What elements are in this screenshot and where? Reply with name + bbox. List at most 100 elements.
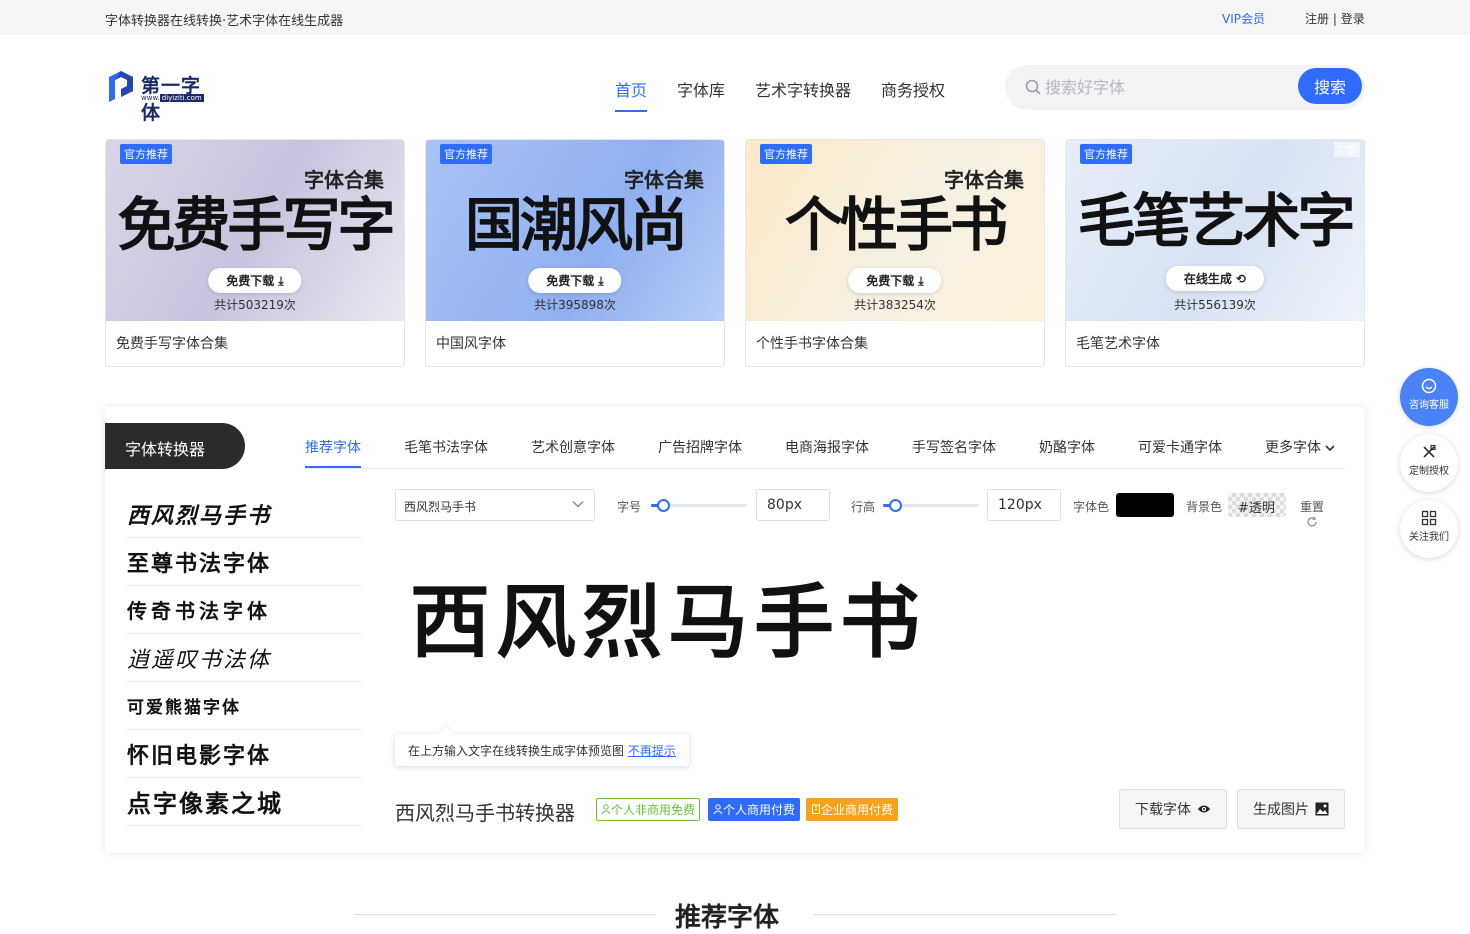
logo[interactable]: 第一字体 www. diyiziti.com — [105, 69, 217, 124]
tab-cartoon[interactable]: 可爱卡通字体 — [1138, 437, 1222, 468]
register-link[interactable]: 注册 — [1305, 12, 1329, 26]
ad-badge: 广告 — [1333, 142, 1360, 157]
search-button[interactable]: 搜索 — [1298, 68, 1362, 104]
reset-label: 重置 — [1300, 500, 1325, 514]
color-label: 字体色 — [1073, 500, 1110, 514]
card-banner: 官方推荐 字体合集 个性手书 免费下载 ⤓ 共计383254次 — [746, 140, 1044, 321]
tip-text: 在上方输入文字在线转换生成字体预览图 — [408, 744, 625, 758]
bg-color-picker[interactable]: #透明 — [1228, 493, 1286, 517]
tab-signature[interactable]: 手写签名字体 — [912, 437, 996, 468]
official-tag: 官方推荐 — [120, 144, 172, 164]
card-action-button[interactable]: 免费下载 ⤓ — [208, 268, 302, 293]
tab-brush[interactable]: 毛笔书法字体 — [404, 437, 488, 468]
card-count: 共计395898次 — [534, 298, 616, 312]
font-list-item[interactable]: 西风烈马手书 — [125, 490, 363, 538]
generate-label: 生成图片 — [1253, 802, 1309, 818]
site-title: 字体转换器在线转换·艺术字体在线生成器 — [105, 14, 344, 29]
dismiss-tip-link[interactable]: 不再提示 — [628, 744, 676, 758]
license-label: 个人非商用免费 — [611, 803, 696, 817]
feature-card[interactable]: 官方推荐 字体合集 免费手写字 免费下载 ⤓ 共计503219次 免费手写字体合… — [105, 139, 405, 367]
tab-creative[interactable]: 艺术创意字体 — [531, 437, 615, 468]
user-icon — [601, 804, 611, 815]
usage-tip: 在上方输入文字在线转换生成字体预览图 不再提示 — [395, 734, 689, 766]
logo-url-prefix: www. — [141, 94, 160, 102]
feature-card[interactable]: 官方推荐 广告 毛笔艺术字 在线生成 ⟲ 共计556139次 毛笔艺术字体 — [1065, 139, 1365, 367]
search-input[interactable] — [1045, 75, 1285, 99]
font-list-item[interactable]: 可爱熊猫字体 — [125, 682, 363, 730]
card-banner: 官方推荐 字体合集 国潮风尚 免费下载 ⤓ 共计395898次 — [426, 140, 724, 321]
chat-icon — [1421, 378, 1437, 394]
header: 第一字体 www. diyiziti.com 首页 字体库 艺术字转换器 商务授权… — [0, 35, 1470, 139]
official-tag: 官方推荐 — [440, 144, 492, 164]
divider — [814, 914, 1116, 915]
font-preview: 西风烈马手书 — [410, 575, 926, 669]
font-list-item[interactable]: 至尊书法字体 — [125, 538, 363, 586]
font-color-picker[interactable] — [1116, 493, 1174, 517]
font-list-item[interactable]: 点字像素之城 — [125, 778, 363, 826]
card-title[interactable]: 个性手书字体合集 — [756, 333, 868, 353]
font-list-item[interactable]: … — [125, 826, 363, 839]
auth-links: 注册 | 登录 — [1305, 10, 1365, 27]
card-title[interactable]: 中国风字体 — [436, 333, 506, 353]
size-slider-handle[interactable] — [656, 499, 670, 512]
official-tag: 官方推荐 — [1080, 144, 1132, 164]
lineheight-input[interactable]: 120px — [987, 489, 1061, 521]
customer-service-button[interactable]: 咨询客服 — [1400, 368, 1458, 426]
font-list-item[interactable]: 怀旧电影字体 — [125, 730, 363, 778]
download-font-button[interactable]: 下载字体 — [1119, 789, 1227, 829]
search-bar: 搜索 — [1005, 65, 1365, 110]
feature-cards: 官方推荐 字体合集 免费手写字 免费下载 ⤓ 共计503219次 免费手写字体合… — [105, 139, 1365, 367]
login-link[interactable]: 登录 — [1341, 12, 1365, 26]
nav-art-converter[interactable]: 艺术字转换器 — [755, 77, 851, 112]
font-select-value: 西风烈马手书 — [404, 500, 477, 514]
font-list: 西风烈马手书 至尊书法字体 传奇书法字体 逍遥叹书法体 可爱熊猫字体 怀旧电影字… — [125, 490, 363, 838]
font-controls: 西风烈马手书 字号 80px 行高 120px 字体色 背景色 #透明 重置 — [395, 489, 1345, 527]
card-count: 共计503219次 — [214, 298, 296, 312]
tab-more[interactable]: 更多字体 — [1265, 437, 1336, 468]
side-label: 关注我们 — [1409, 532, 1449, 543]
font-select[interactable]: 西风烈马手书 — [395, 489, 595, 521]
tab-cheese[interactable]: 奶酪字体 — [1039, 437, 1095, 468]
nav-business-license[interactable]: 商务授权 — [881, 77, 945, 112]
card-action-button[interactable]: 免费下载 ⤓ — [848, 268, 942, 293]
official-tag: 官方推荐 — [760, 144, 812, 164]
card-count: 共计383254次 — [854, 298, 936, 312]
follow-us-button[interactable]: 关注我们 — [1400, 500, 1458, 558]
reset-button[interactable]: 重置 — [1300, 498, 1345, 529]
nav-font-library[interactable]: 字体库 — [677, 77, 725, 112]
lineheight-slider[interactable] — [883, 499, 979, 512]
tab-signboard[interactable]: 广告招牌字体 — [658, 437, 742, 468]
license-label: 个人商用付费 — [723, 803, 796, 817]
nav-home[interactable]: 首页 — [615, 77, 648, 112]
divider — [354, 914, 656, 915]
license-badge-enterprise: 企业商用付费 — [806, 798, 899, 821]
size-slider[interactable] — [651, 499, 747, 512]
tab-recommended[interactable]: 推荐字体 — [305, 437, 361, 468]
card-action-button[interactable]: 在线生成 ⟲ — [1165, 266, 1265, 291]
font-list-item[interactable]: 逍遥叹书法体 — [125, 634, 363, 682]
card-title[interactable]: 毛笔艺术字体 — [1076, 333, 1160, 353]
side-label: 定制授权 — [1409, 466, 1449, 477]
generate-image-button[interactable]: 生成图片 — [1237, 789, 1345, 829]
section-title: 推荐字体 — [675, 903, 780, 933]
user-icon — [713, 804, 723, 815]
tab-ecommerce[interactable]: 电商海报字体 — [785, 437, 869, 468]
feature-card[interactable]: 官方推荐 字体合集 国潮风尚 免费下载 ⤓ 共计395898次 中国风字体 — [425, 139, 725, 367]
custom-license-button[interactable]: 定制授权 — [1400, 434, 1458, 492]
card-headline: 个性手书 — [784, 191, 1008, 259]
image-icon — [1315, 802, 1329, 816]
bg-label: 背景色 — [1186, 500, 1223, 514]
font-list-item[interactable]: 传奇书法字体 — [125, 586, 363, 634]
card-banner: 官方推荐 广告 毛笔艺术字 在线生成 ⟲ 共计556139次 — [1066, 140, 1364, 321]
card-title[interactable]: 免费手写字体合集 — [116, 333, 228, 353]
size-input[interactable]: 80px — [756, 489, 830, 521]
download-label: 下载字体 — [1135, 802, 1191, 818]
refresh-icon — [1307, 516, 1317, 527]
lineheight-slider-handle[interactable] — [888, 499, 902, 512]
lineheight-label: 行高 — [851, 500, 876, 514]
feature-card[interactable]: 官方推荐 字体合集 个性手书 免费下载 ⤓ 共计383254次 个性手书字体合集 — [745, 139, 1045, 367]
logo-url-domain: diyiziti.com — [159, 94, 204, 102]
card-count: 共计556139次 — [1174, 298, 1256, 312]
vip-link[interactable]: VIP会员 — [1222, 10, 1265, 27]
card-action-button[interactable]: 免费下载 ⤓ — [528, 268, 622, 293]
